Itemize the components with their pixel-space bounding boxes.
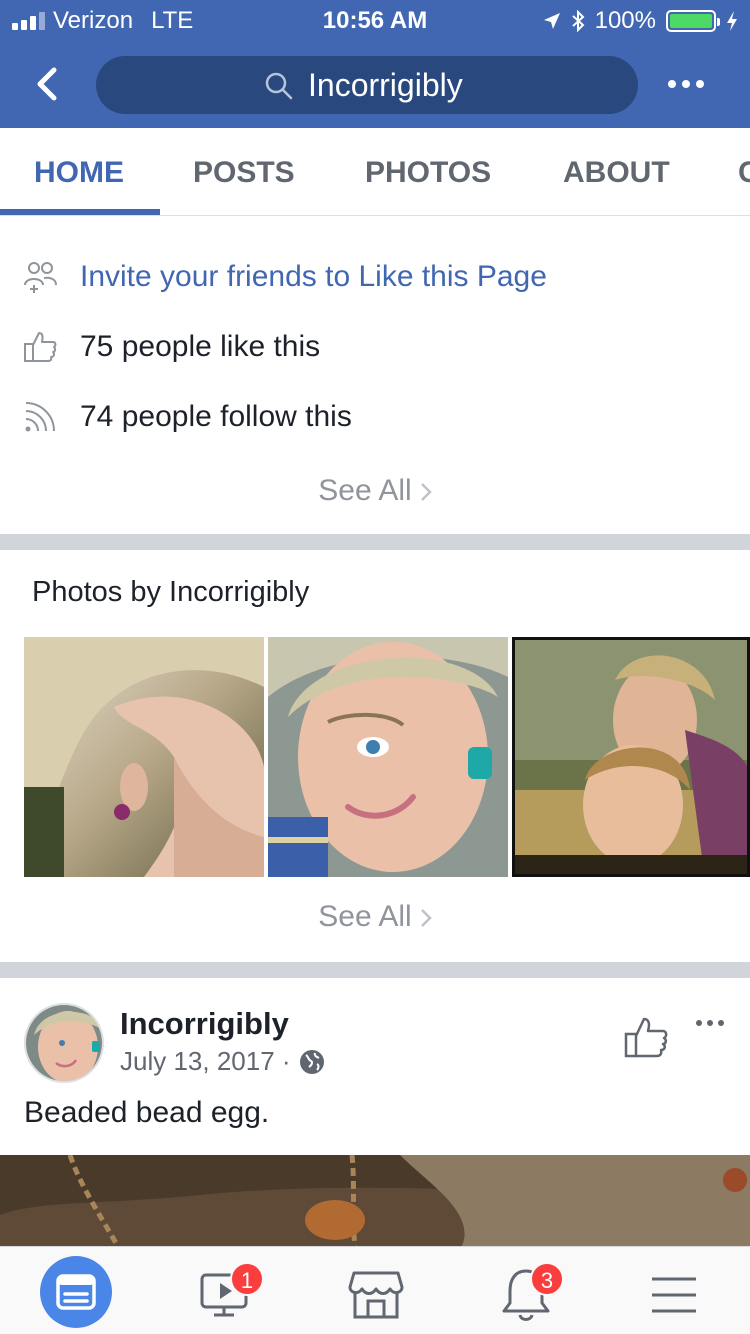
location-arrow-icon	[543, 13, 560, 29]
nav-watch[interactable]: 1	[186, 1253, 266, 1333]
follows-row: 74 people follow this	[0, 387, 750, 447]
charging-bolt-icon	[727, 11, 737, 31]
post-author-name[interactable]: Incorrigibly	[120, 1006, 289, 1042]
tab-community[interactable]: C	[738, 128, 750, 215]
marketplace-icon	[348, 1271, 404, 1319]
tab-about[interactable]: ABOUT	[563, 128, 670, 215]
watch-badge: 1	[230, 1262, 264, 1296]
post-image[interactable]	[0, 1155, 750, 1250]
status-right: 100%	[543, 7, 738, 35]
search-bar[interactable]: Incorrigibly	[96, 56, 638, 114]
post-meta: July 13, 2017 ·	[120, 1046, 325, 1077]
status-bar: Verizon LTE 10:56 AM 100%	[0, 0, 750, 40]
bottom-navigation: 1 3	[0, 1246, 750, 1334]
photo-thumbnail-1[interactable]	[24, 637, 264, 877]
invite-friends-row[interactable]: Invite your friends to Like this Page	[0, 247, 750, 307]
post-author-avatar[interactable]	[24, 1003, 104, 1083]
likes-count: 75 people like this	[80, 330, 321, 363]
more-options-button[interactable]	[664, 66, 708, 102]
photos-see-all-button[interactable]: See All	[0, 900, 750, 934]
chevron-right-icon	[420, 909, 432, 927]
nav-news-feed[interactable]	[36, 1253, 116, 1333]
menu-icon	[652, 1277, 696, 1313]
mother-and-child-photo	[515, 640, 747, 874]
nav-menu[interactable]	[636, 1253, 716, 1333]
invite-friends-link[interactable]: Invite your friends to Like this Page	[80, 260, 547, 294]
community-see-all-button[interactable]: See All	[0, 474, 750, 508]
likes-row: 75 people like this	[0, 317, 750, 377]
woman-smiling-photo	[268, 637, 508, 877]
thumbs-up-icon	[24, 332, 57, 362]
active-tab-indicator	[0, 209, 160, 215]
rss-follow-icon	[25, 402, 55, 432]
news-feed-icon	[40, 1256, 112, 1328]
follows-count: 74 people follow this	[80, 400, 352, 433]
top-bar: Verizon LTE 10:56 AM 100% Incorrigibly	[0, 0, 750, 128]
see-all-label: See All	[318, 474, 412, 507]
nav-notifications[interactable]: 3	[486, 1253, 566, 1333]
section-divider	[0, 962, 750, 978]
notifications-badge: 3	[530, 1262, 564, 1296]
invite-friends-icon	[24, 262, 57, 293]
photo-thumbnail-3[interactable]	[512, 637, 750, 877]
nav-marketplace[interactable]	[336, 1253, 416, 1333]
woman-profile-photo	[24, 637, 264, 877]
tab-posts[interactable]: POSTS	[193, 128, 295, 215]
post-text: Beaded bead egg.	[24, 1096, 270, 1129]
page-tabs: HOME POSTS PHOTOS ABOUT C	[0, 128, 750, 216]
avatar-photo	[26, 1005, 102, 1081]
photo-thumbnail-2[interactable]	[268, 637, 508, 877]
battery-percent: 100%	[594, 7, 656, 34]
search-icon	[265, 72, 293, 100]
back-button[interactable]	[30, 64, 66, 104]
tab-photos[interactable]: PHOTOS	[365, 128, 491, 215]
post-date[interactable]: July 13, 2017 ·	[120, 1046, 291, 1077]
beaded-egg-photo	[0, 1155, 750, 1250]
chevron-right-icon	[420, 483, 432, 501]
battery-level	[670, 14, 712, 28]
battery-icon	[666, 10, 720, 32]
bluetooth-icon	[571, 10, 585, 32]
search-text: Incorrigibly	[308, 67, 463, 103]
globe-public-icon	[299, 1049, 324, 1074]
photos-section-title: Photos by Incorrigibly	[32, 576, 310, 608]
like-page-button[interactable]	[622, 1014, 670, 1060]
post-options-button[interactable]	[694, 1016, 726, 1030]
section-divider	[0, 534, 750, 550]
tab-home[interactable]: HOME	[34, 128, 124, 215]
see-all-label: See All	[318, 900, 412, 933]
